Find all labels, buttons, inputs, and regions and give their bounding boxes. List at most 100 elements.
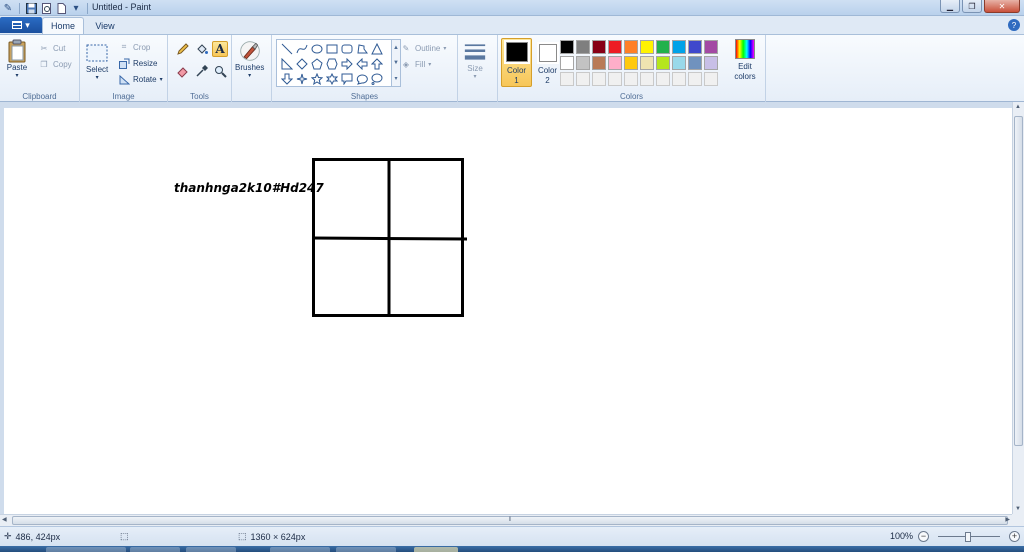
palette-swatch[interactable] (608, 72, 622, 86)
up-arrow-shape-icon[interactable] (369, 56, 384, 71)
oval-callout-shape-icon[interactable] (354, 71, 369, 86)
paint-menu-button[interactable]: ▾ (0, 17, 42, 33)
right-triangle-shape-icon[interactable] (279, 56, 294, 71)
pentagon-shape-icon[interactable] (309, 56, 324, 71)
scroll-up-icon[interactable]: ▲ (393, 45, 399, 51)
palette-swatch[interactable] (624, 56, 638, 70)
triangle-shape-icon[interactable] (369, 41, 384, 56)
taskbar-item[interactable] (270, 547, 330, 552)
diamond-shape-icon[interactable] (294, 56, 309, 71)
taskbar-item-paint[interactable] (414, 547, 458, 552)
palette-swatch[interactable] (704, 56, 718, 70)
pencil-tool[interactable] (174, 41, 190, 57)
six-point-star-shape-icon[interactable] (324, 71, 339, 86)
zoom-out-button[interactable]: − (918, 531, 929, 542)
curve-shape-icon[interactable] (294, 41, 309, 56)
palette-swatch[interactable] (672, 72, 686, 86)
taskbar-item[interactable] (336, 547, 396, 552)
horizontal-scroll-thumb[interactable]: ⦀ (12, 516, 1008, 525)
taskbar-item[interactable] (186, 547, 236, 552)
palette-swatch[interactable] (672, 40, 686, 54)
print-preview-icon[interactable] (40, 2, 52, 14)
palette-swatch[interactable] (688, 72, 702, 86)
four-point-star-shape-icon[interactable] (294, 71, 309, 86)
fill-tool[interactable] (193, 41, 209, 57)
palette-swatch[interactable] (704, 72, 718, 86)
vertical-scroll-thumb[interactable] (1014, 116, 1023, 446)
crop-button[interactable]: ⌗ Crop (118, 40, 151, 54)
palette-swatch[interactable] (560, 56, 574, 70)
tab-home[interactable]: Home (42, 17, 84, 34)
palette-swatch[interactable] (560, 72, 574, 86)
rotate-button[interactable]: Rotate ▾ (118, 72, 163, 86)
hexagon-shape-icon[interactable] (324, 56, 339, 71)
right-arrow-shape-icon[interactable] (339, 56, 354, 71)
text-tool[interactable]: A (212, 41, 228, 57)
help-icon[interactable]: ? (1008, 19, 1020, 31)
palette-swatch[interactable] (608, 40, 622, 54)
paint-app-icon[interactable]: ✎ (2, 2, 14, 14)
palette-swatch[interactable] (592, 56, 606, 70)
tab-view[interactable]: View (86, 17, 124, 34)
palette-swatch[interactable] (624, 72, 638, 86)
restore-button[interactable]: ❐ (962, 0, 982, 13)
cloud-callout-shape-icon[interactable] (369, 71, 384, 86)
size-button[interactable]: Size ▾ (464, 40, 486, 80)
polygon-shape-icon[interactable] (354, 41, 369, 56)
copy-button[interactable]: ❐ Copy (38, 57, 71, 71)
zoom-slider-knob[interactable] (965, 532, 971, 542)
rect-callout-shape-icon[interactable] (339, 71, 354, 86)
palette-swatch[interactable] (656, 56, 670, 70)
brushes-button[interactable]: Brushes ▾ (235, 39, 264, 79)
palette-swatch[interactable] (576, 56, 590, 70)
more-shapes-icon[interactable]: ▾ (394, 75, 397, 82)
cut-button[interactable]: ✂ Cut (38, 41, 66, 55)
palette-swatch[interactable] (592, 40, 606, 54)
palette-swatch[interactable] (624, 40, 638, 54)
color2-button[interactable]: Color 2 (534, 38, 561, 87)
rectangle-shape-icon[interactable] (324, 41, 339, 56)
outline-button[interactable]: ✎ Outline ▾ (400, 41, 447, 55)
left-arrow-shape-icon[interactable] (354, 56, 369, 71)
resize-button[interactable]: Resize (118, 56, 157, 70)
drawing-canvas[interactable]: thanhnga2k10#Hd247 (4, 108, 1012, 514)
customize-qat-icon[interactable]: ▾ (70, 2, 82, 14)
eraser-tool[interactable] (174, 63, 190, 79)
scroll-right-arrow-icon[interactable]: ▶ (1005, 516, 1010, 523)
palette-swatch[interactable] (640, 56, 654, 70)
scroll-left-arrow-icon[interactable]: ◀ (2, 516, 7, 523)
palette-swatch[interactable] (640, 40, 654, 54)
palette-swatch[interactable] (592, 72, 606, 86)
scroll-up-arrow-icon[interactable]: ▲ (1015, 104, 1021, 110)
palette-swatch[interactable] (704, 40, 718, 54)
color1-button[interactable]: Color 1 (501, 38, 532, 87)
vertical-scrollbar[interactable]: ▲ ▼ (1012, 102, 1024, 514)
close-button[interactable]: ✕ (984, 0, 1020, 13)
fill-button[interactable]: ◈ Fill ▾ (400, 57, 431, 71)
palette-swatch[interactable] (688, 56, 702, 70)
down-arrow-shape-icon[interactable] (279, 71, 294, 86)
palette-swatch[interactable] (576, 40, 590, 54)
taskbar-item[interactable] (130, 547, 180, 552)
oval-shape-icon[interactable] (309, 41, 324, 56)
palette-swatch[interactable] (656, 72, 670, 86)
grid-drawing[interactable] (4, 108, 1012, 514)
zoom-in-button[interactable]: + (1009, 531, 1020, 542)
palette-swatch[interactable] (640, 72, 654, 86)
five-point-star-shape-icon[interactable] (309, 71, 324, 86)
palette-swatch[interactable] (608, 56, 622, 70)
horizontal-scrollbar[interactable]: ◀ ⦀ ▶ (0, 514, 1012, 526)
select-button[interactable]: Select ▾ (86, 41, 108, 81)
zoom-slider[interactable] (934, 532, 1004, 542)
scroll-down-icon[interactable]: ▼ (393, 60, 399, 66)
palette-swatch[interactable] (656, 40, 670, 54)
minimize-button[interactable]: ▁ (940, 0, 960, 13)
save-icon[interactable] (25, 2, 37, 14)
color-picker-tool[interactable] (193, 63, 209, 79)
rounded-rectangle-shape-icon[interactable] (339, 41, 354, 56)
palette-swatch[interactable] (688, 40, 702, 54)
line-shape-icon[interactable] (279, 41, 294, 56)
palette-swatch[interactable] (560, 40, 574, 54)
scroll-down-arrow-icon[interactable]: ▼ (1015, 506, 1021, 512)
palette-swatch[interactable] (672, 56, 686, 70)
